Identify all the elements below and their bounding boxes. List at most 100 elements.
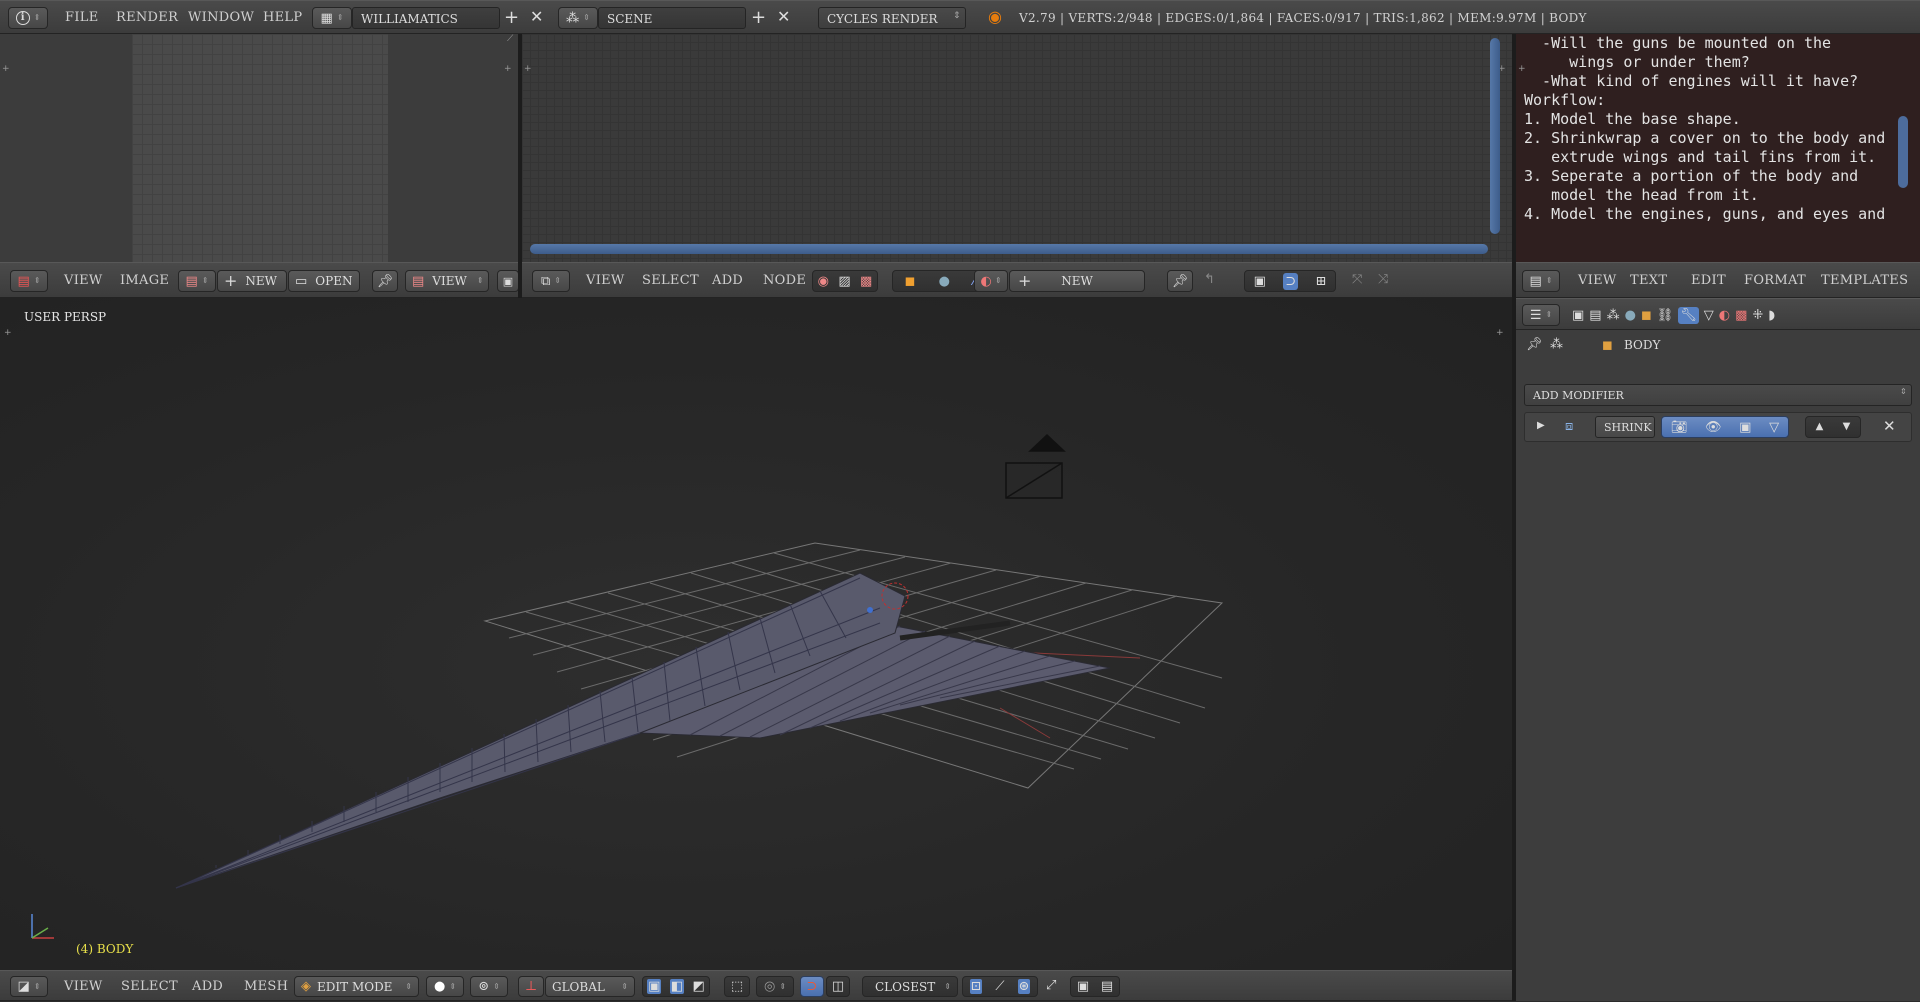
move-up-icon[interactable]: ▲ (1816, 422, 1824, 432)
edit-mode-toggle-icon[interactable]: ▣ (1739, 421, 1751, 434)
node-editor-area[interactable]: + + (522, 34, 1512, 262)
editor-type-3d-button[interactable]: ◪ ⇕ (10, 976, 48, 997)
move-down-icon[interactable]: ▼ (1843, 422, 1851, 432)
editor-type-text-button[interactable]: ▤ ⇕ (1522, 270, 1560, 292)
menu-file[interactable]: FILE (65, 1, 98, 35)
node-menu-node[interactable]: NODE (763, 263, 806, 299)
data-tab-icon[interactable]: ▽ (1704, 309, 1714, 322)
text-vertical-scrollbar[interactable] (1898, 116, 1908, 188)
remove-screen-icon[interactable]: ✕ (530, 9, 543, 25)
region-toggle-icon[interactable]: + (1518, 64, 1528, 74)
pivot-point-select[interactable]: ⊚ ⇕ (470, 976, 508, 997)
render-tab-icon[interactable]: ▣ (1572, 309, 1584, 322)
object-tab-icon[interactable]: ◼ (1641, 309, 1652, 322)
menu-window[interactable]: WINDOW (188, 1, 254, 35)
render-engine-select[interactable]: CYCLES RENDER (818, 7, 966, 29)
parent-node-tree-icon[interactable]: ↰ (1204, 273, 1215, 286)
snap-target-select[interactable]: CLOSEST ⇕ (862, 976, 958, 997)
material-new-button[interactable]: + NEW (1009, 270, 1145, 292)
scene-geometry[interactable] (0, 298, 1512, 970)
node-menu-view[interactable]: VIEW (586, 263, 625, 299)
opengl-render-group[interactable]: ▣ ▤ (1070, 976, 1120, 997)
image-browse-button[interactable]: ▤ ⇕ (178, 270, 216, 292)
scene-field[interactable]: SCENE (598, 7, 746, 29)
proportional-edit-select[interactable]: ◎ ⇕ (756, 976, 794, 997)
text-menu-edit[interactable]: EDIT (1691, 263, 1726, 299)
text-content[interactable]: -Will the guns be mounted on the wings o… (1524, 34, 1904, 224)
modifier-name-field[interactable]: SHRINK (1595, 416, 1655, 438)
area-split-corner-icon[interactable]: ⟋ (507, 34, 517, 44)
image-menu-image[interactable]: IMAGE (120, 263, 169, 299)
move-modifier-group[interactable]: ▲ ▼ (1805, 416, 1861, 438)
viewport-3d[interactable]: USER PERSP + + (4) BODY (0, 298, 1512, 970)
particles-tab-icon[interactable]: ⁜ (1752, 309, 1763, 322)
image-menu-view[interactable]: VIEW (64, 263, 103, 299)
screen-layout-field[interactable]: WILLIAMATICS (352, 7, 500, 29)
modifier-visibility-group[interactable]: 📷︎ 👁︎ ▣ ▽ (1661, 416, 1789, 438)
on-cage-icon[interactable]: ▽ (1769, 421, 1779, 434)
pin-icon[interactable]: 📌︎ (1526, 338, 1543, 351)
add-screen-icon[interactable]: + (504, 9, 519, 27)
node-tree-type-group[interactable]: ◉ ▨ ▩ (812, 270, 878, 292)
text-menu-format[interactable]: FORMAT (1744, 263, 1806, 299)
add-modifier-select[interactable]: ADD MODIFIER (1524, 384, 1912, 406)
snap-toggle[interactable]: ⊃ (800, 976, 824, 997)
image-open-button[interactable]: ▭ OPEN (288, 270, 360, 292)
editor-type-info-button[interactable]: i ⇕ (8, 7, 48, 29)
viewport-shading-select[interactable]: ● ⇕ (426, 976, 464, 997)
image-render-slot-button[interactable]: ▣ (497, 270, 519, 292)
image-new-button[interactable]: + NEW (217, 270, 287, 292)
world-tab-icon[interactable]: ● (1625, 309, 1636, 322)
snap-options-group[interactable]: ⊡ ⟋ ⊛ (962, 976, 1038, 997)
snap-element-select[interactable]: ◫ (826, 976, 850, 997)
texture-tab-icon[interactable]: ▩ (1735, 309, 1747, 322)
physics-tab-icon[interactable]: ◗ (1768, 309, 1775, 322)
limit-selection-toggle[interactable]: ⬚ (724, 976, 750, 997)
constraints-tab-icon[interactable]: ⛓︎ (1657, 309, 1674, 322)
eye-icon[interactable]: 👁︎ (1705, 421, 1722, 434)
region-toggle-icon[interactable]: + (504, 64, 514, 74)
render-layers-tab-icon[interactable]: ▤ (1589, 309, 1601, 322)
paste-nodes-icon[interactable]: ⤨ (1378, 273, 1388, 286)
remove-modifier-icon[interactable]: ✕ (1883, 419, 1896, 434)
camera-object[interactable] (1005, 433, 1066, 499)
transform-orientation-select[interactable]: GLOBAL ⇕ (545, 976, 635, 997)
menu-help[interactable]: HELP (263, 1, 302, 35)
editor-type-node-button[interactable]: ⧉ ⇕ (532, 270, 570, 292)
node-editor-horizontal-scrollbar[interactable] (530, 244, 1488, 254)
viewport-menu-view[interactable]: VIEW (64, 971, 103, 1002)
copy-nodes-icon[interactable]: ⤧ (1352, 273, 1362, 286)
remove-scene-icon[interactable]: ✕ (777, 9, 790, 25)
properties-context-tabs[interactable]: ▣ ▤ ⁂ ● ◼ ⛓︎ 🔧︎ ▽ ◐ ▩ ⁜ ◗ (1572, 304, 1912, 326)
scene-icon-button[interactable]: ⁂ ⇕ (558, 7, 598, 29)
viewport-menu-select[interactable]: SELECT (121, 971, 178, 1002)
expand-arrow-icon[interactable]: ▶ (1537, 421, 1545, 431)
viewport-menu-mesh[interactable]: MESH (244, 971, 288, 1002)
region-toggle-icon[interactable]: + (2, 64, 12, 74)
image-view-mode-select[interactable]: ▤ VIEW ⇕ (405, 270, 489, 292)
interaction-mode-select[interactable]: ◈ EDIT MODE ⇕ (294, 976, 419, 997)
material-browse-button[interactable]: ◐ ⇕ (974, 270, 1008, 292)
viewport-menu-add[interactable]: ADD (192, 971, 223, 1002)
text-menu-view[interactable]: VIEW (1578, 263, 1617, 299)
add-scene-icon[interactable]: + (751, 9, 766, 27)
node-snap-group[interactable]: ▣ ⊃ ⊞ (1244, 270, 1336, 292)
screen-layout-icon-button[interactable]: ▦ ⇕ (312, 7, 352, 29)
auto-merge-icon[interactable]: ⤢ (1046, 979, 1056, 992)
node-menu-select[interactable]: SELECT (642, 263, 699, 299)
menu-render[interactable]: RENDER (116, 1, 178, 35)
modifiers-tab-icon[interactable]: 🔧︎ (1678, 306, 1699, 324)
node-pin-button[interactable]: 📌︎ (1167, 270, 1193, 292)
image-editor-area[interactable]: + + ⟋ (0, 34, 518, 262)
text-menu-templates[interactable]: TEMPLATES (1821, 263, 1908, 299)
editor-type-image-button[interactable]: ▤ ⇕ (10, 270, 48, 292)
region-toggle-icon[interactable]: + (524, 64, 534, 74)
node-menu-add[interactable]: ADD (712, 263, 743, 299)
editor-type-properties-button[interactable]: ☰ ⇕ (1522, 304, 1560, 326)
image-pin-button[interactable]: 📌︎ (372, 270, 398, 292)
node-editor-vertical-scrollbar[interactable] (1490, 38, 1500, 234)
modifier-panel-header[interactable]: ▶ ⧈ SHRINK 📷︎ 👁︎ ▣ ▽ ▲ ▼ ✕ (1524, 412, 1912, 442)
render-toggle-icon[interactable]: 📷︎ (1671, 421, 1688, 434)
select-mode-group[interactable]: ▣ ◧ ◩ (642, 976, 710, 997)
scene-tab-icon[interactable]: ⁂ (1607, 309, 1620, 322)
